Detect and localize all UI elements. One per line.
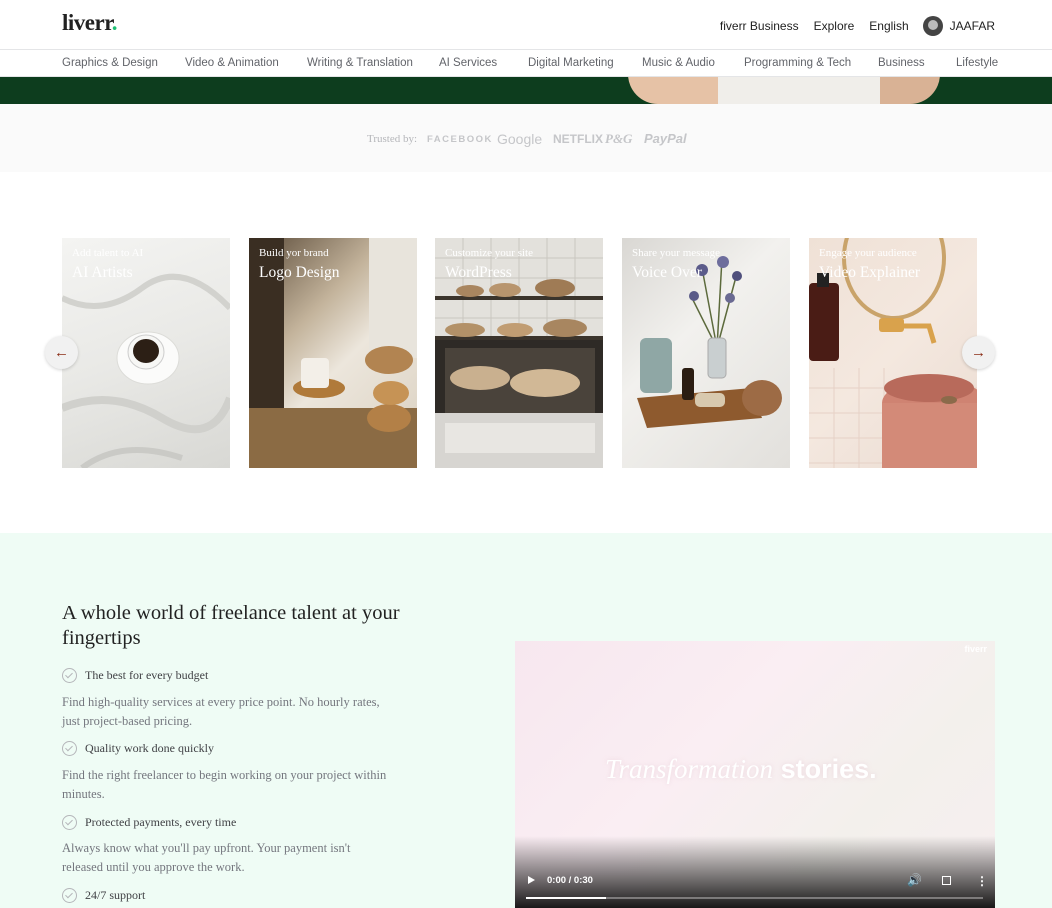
trusted-label: Trusted by: (367, 133, 418, 145)
fullscreen-icon[interactable] (942, 876, 951, 885)
video-controls: 0:00 / 0:30 🔊 ⋮ (515, 836, 995, 908)
video-title: Transformation stories. (605, 754, 877, 785)
feature-item: The best for every budget (62, 668, 208, 683)
top-header: liverr. fiverr Business Explore English … (0, 0, 1052, 50)
video-progress-fill (526, 897, 606, 899)
feature-title: 24/7 support (85, 888, 146, 902)
video-player[interactable]: fiverr Transformation stories. 0:00 / 0:… (515, 641, 995, 908)
card-title: WordPress (445, 264, 512, 281)
video-title-bold: stories. (780, 754, 877, 784)
logo-text: liverr (62, 10, 112, 35)
service-card-ai-artists[interactable]: Add talent to AI AI Artists (62, 238, 230, 468)
site-logo[interactable]: liverr. (62, 10, 118, 36)
brand-facebook: FACEBOOK (427, 134, 493, 145)
feature-item: Quality work done quickly (62, 741, 214, 756)
category-programming-tech[interactable]: Programming & Tech (744, 57, 851, 69)
check-circle-icon (62, 741, 77, 756)
category-digital-marketing[interactable]: Digital Marketing (528, 57, 614, 69)
feature-title: Protected payments, every time (85, 815, 237, 829)
more-options-icon[interactable]: ⋮ (976, 874, 988, 888)
hero-person-image (628, 77, 940, 104)
user-name[interactable]: JAAFAR (950, 19, 995, 33)
brand-pg: P&G (605, 131, 633, 146)
feature-item: 24/7 support (62, 888, 145, 903)
brand-netflix: NETFLIX (553, 132, 603, 146)
card-subtitle: Customize your site (445, 247, 533, 259)
carousel-next-arrow-icon[interactable]: → (962, 336, 995, 369)
play-icon[interactable] (528, 876, 535, 884)
video-time: 0:00 / 0:30 (547, 875, 593, 886)
service-card-voice-over[interactable]: Share your message Voice Over (622, 238, 790, 468)
freelance-talent-section: A whole world of freelance talent at you… (0, 533, 1052, 908)
brand-paypal: PayPal (644, 131, 687, 146)
feature-item: Protected payments, every time (62, 815, 236, 830)
category-ai-services[interactable]: AI Services (439, 57, 497, 69)
avatar[interactable] (922, 16, 943, 36)
category-video-animation[interactable]: Video & Animation (185, 57, 279, 69)
nav-explore[interactable]: Explore (814, 19, 855, 33)
card-subtitle: Engage your audience (819, 247, 917, 259)
nav-fiverr-business[interactable]: fiverr Business (720, 19, 799, 33)
card-subtitle: Share your message (632, 247, 720, 259)
hero-banner-bottom (0, 77, 1052, 104)
carousel-prev-arrow-icon[interactable]: ← (45, 336, 78, 369)
nav-language[interactable]: English (869, 19, 908, 33)
category-writing-translation[interactable]: Writing & Translation (307, 57, 413, 69)
trusted-by-bar: Trusted by: FACEBOOK Google NETFLIX P&G … (0, 104, 1052, 172)
header-nav: fiverr Business Explore English JAAFAR (705, 16, 995, 36)
category-lifestyle[interactable]: Lifestyle (956, 57, 998, 69)
check-circle-icon (62, 888, 77, 903)
feature-title: Quality work done quickly (85, 741, 214, 755)
card-title: Video Explainer (819, 264, 921, 281)
video-progress-bar[interactable] (526, 897, 983, 899)
category-music-audio[interactable]: Music & Audio (642, 57, 715, 69)
card-subtitle: Build yor brand (259, 247, 329, 259)
service-card-logo-design[interactable]: Build yor brand Logo Design (249, 238, 417, 468)
category-business[interactable]: Business (878, 57, 925, 69)
feature-description: Always know what you'll pay upfront. You… (62, 841, 351, 874)
check-circle-icon (62, 668, 77, 683)
logo-dot: . (111, 10, 118, 35)
services-carousel: Add talent to AI AI Artists Build yor br… (0, 172, 1052, 533)
card-title: Logo Design (259, 264, 340, 281)
service-card-video-explainer[interactable]: Engage your audience Video Explainer (809, 238, 977, 468)
section-title: A whole world of freelance talent at you… (62, 602, 400, 649)
service-card-wordpress[interactable]: Customize your site WordPress (435, 238, 603, 468)
feature-description: Find high-quality services at every pric… (62, 695, 380, 728)
brand-google: Google (497, 131, 543, 147)
feature-title: The best for every budget (85, 668, 209, 682)
category-nav: Graphics & Design Video & Animation Writ… (0, 50, 1052, 77)
check-circle-icon (62, 815, 77, 830)
card-title: Voice Over (632, 264, 702, 281)
volume-icon[interactable]: 🔊 (907, 873, 922, 887)
video-watermark: fiverr (964, 644, 987, 654)
video-title-italic: Transformation (605, 754, 774, 784)
card-subtitle: Add talent to AI (72, 247, 144, 259)
card-title: AI Artists (72, 264, 133, 281)
category-graphics-design[interactable]: Graphics & Design (62, 57, 158, 69)
feature-description: Find the right freelancer to begin worki… (62, 768, 387, 801)
